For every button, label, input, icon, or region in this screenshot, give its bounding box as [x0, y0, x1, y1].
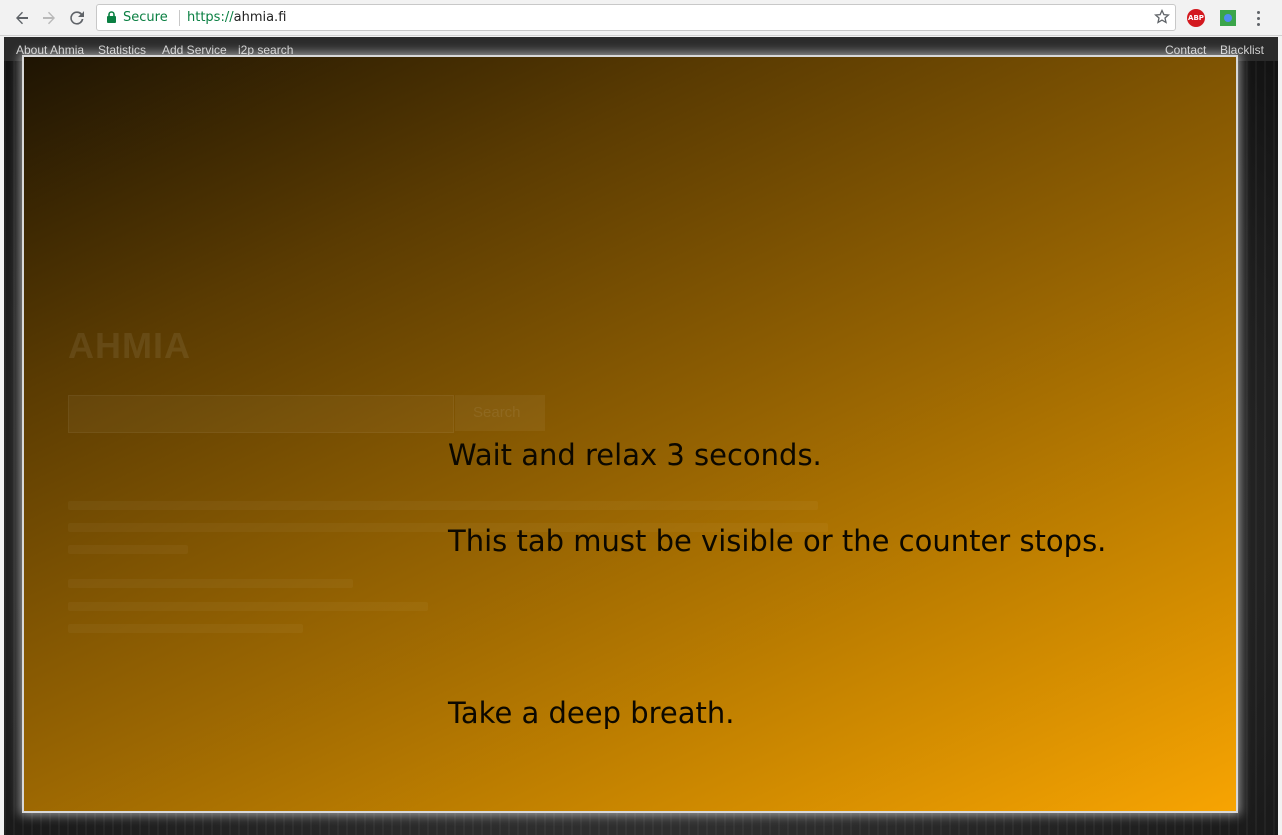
menu-icon[interactable] — [1253, 9, 1263, 27]
address-bar[interactable]: Secure https://ahmia.fi — [96, 4, 1176, 31]
secure-label: Secure — [123, 10, 168, 25]
reload-icon[interactable] — [66, 7, 88, 29]
ghost-text-line — [68, 579, 353, 588]
ghost-text-line — [68, 545, 188, 554]
visibility-message: This tab must be visible or the counter … — [448, 524, 1107, 558]
browser-toolbar: Secure https://ahmia.fi ABP — [0, 0, 1282, 36]
page-viewport: About Ahmia Statistics Add Service i2p s… — [4, 37, 1278, 835]
nav-link-statistics[interactable]: Statistics — [98, 43, 146, 57]
abp-label: ABP — [1188, 14, 1204, 22]
url-scheme: https:// — [187, 10, 234, 25]
ghost-text-line — [68, 501, 818, 510]
url-text[interactable]: https://ahmia.fi — [187, 10, 286, 25]
forward-arrow-icon[interactable] — [38, 7, 60, 29]
nav-link-contact[interactable]: Contact — [1165, 43, 1206, 57]
ghost-search-input — [68, 395, 454, 433]
ghost-search-label: Search — [473, 404, 521, 421]
url-host: ahmia.fi — [233, 10, 287, 25]
wait-overlay: AHMIA Search Wait and relax 3 seconds. T… — [24, 57, 1236, 811]
nav-link-about[interactable]: About Ahmia — [16, 43, 84, 57]
breath-message: Take a deep breath. — [448, 696, 735, 730]
back-arrow-icon[interactable] — [11, 7, 33, 29]
extension-icon[interactable] — [1220, 10, 1236, 26]
nav-link-i2p-search[interactable]: i2p search — [238, 43, 293, 57]
ghost-search-button: Search — [455, 395, 545, 431]
nav-link-add-service[interactable]: Add Service — [162, 43, 227, 57]
star-icon[interactable] — [1154, 9, 1170, 25]
adblock-plus-icon[interactable]: ABP — [1187, 9, 1205, 27]
lock-icon — [107, 11, 116, 23]
nav-link-blacklist[interactable]: Blacklist — [1220, 43, 1264, 57]
ghost-logo: AHMIA — [68, 325, 191, 366]
wait-message: Wait and relax 3 seconds. — [448, 438, 822, 472]
ghost-text-line — [68, 602, 428, 611]
omnibox-divider — [179, 10, 180, 26]
ghost-text-line — [68, 624, 303, 633]
